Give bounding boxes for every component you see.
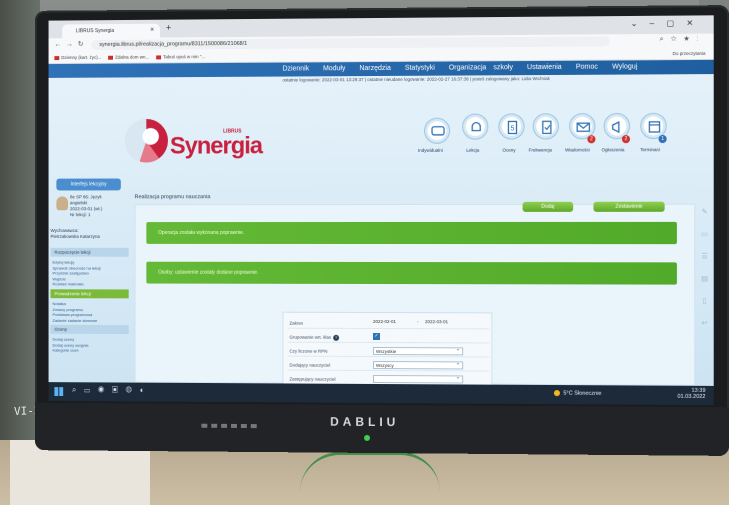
page-title: Realizacja programu nauczania: [134, 194, 211, 201]
tab-title: LIBRUS Synergia: [75, 28, 115, 35]
layers-icon[interactable]: ▤: [697, 268, 711, 290]
cables: [300, 452, 440, 505]
sidebar-item[interactable]: Zadanie zadanie domowe: [52, 317, 128, 323]
menu-dziennik[interactable]: Dziennik: [282, 65, 309, 72]
icon-label: Lekcja: [466, 147, 480, 153]
login-info: ostatnie logowanie: 2022-03-01 13:29:37 …: [282, 76, 550, 83]
bookmark[interactable]: Dzienny (kart. życ)...: [54, 55, 101, 60]
bookmark[interactable]: Tabuś opuś w nim "...: [156, 54, 205, 59]
reading-list[interactable]: Do przeczytania: [673, 51, 706, 56]
icon-label: Wiadomości: [565, 147, 590, 153]
svg-text:5: 5: [510, 125, 514, 132]
browser-tab[interactable]: LIBRUS Synergia ×: [62, 23, 161, 39]
sidebar-item[interactable]: Rozkład materiału: [52, 281, 128, 287]
range-row: Zakres 2022-02-01 - 2022-03-01: [287, 316, 490, 330]
substitute-select[interactable]: [373, 374, 464, 384]
program-items: Notatka Zmiany programu Podstawa program…: [52, 301, 128, 323]
synergia-logo-icon: [124, 118, 168, 163]
teacher-info: Wychowawca: Pietrzakowska Katarzyna: [50, 228, 100, 239]
rpn-select[interactable]: Wszystkie: [373, 346, 464, 356]
help-icon[interactable]: ?: [333, 334, 340, 341]
menu-statystyki[interactable]: Statystyki: [405, 65, 435, 72]
messages-badge: 2: [587, 135, 596, 144]
icon-label: Oceny: [502, 147, 516, 153]
grade-items: Dodaj oceny Dodaj oceny seryjnie Kategor…: [52, 337, 128, 354]
filter-form: Zakres 2022-02-01 - 2022-03-01 Grupowani…: [282, 311, 493, 393]
top-menu: Dziennik Moduły Narzędzia Statystyki Org…: [48, 59, 714, 78]
avatar: [56, 196, 69, 211]
screen: LIBRUS Synergia × + ⌄–▢✕ ←→↻ synergia.li…: [48, 15, 714, 406]
date-from-input[interactable]: 2022-02-01: [373, 319, 396, 324]
sidebar-section-start[interactable]: Rozpoczęcie lekcji: [50, 247, 129, 257]
attendance-icon[interactable]: [532, 113, 559, 140]
window-icon[interactable]: ▭: [697, 224, 711, 246]
url-input[interactable]: synergia.librus.pl/realizacja_programu/8…: [91, 36, 610, 50]
taskbar-apps[interactable]: ⌕▭◉▣◍◐: [72, 385, 152, 395]
menu-moduly[interactable]: Moduły: [323, 65, 345, 72]
menu-narzedzia[interactable]: Narzędzia: [359, 65, 390, 72]
sidebar-section-grades[interactable]: Oceny: [50, 324, 129, 335]
icon-label: Frekwencja: [528, 147, 552, 153]
right-toolbar: ✎ ▭ ☰ ▤ ▯ ↩: [697, 202, 711, 336]
close-icon[interactable]: ×: [150, 27, 154, 34]
chat-icon[interactable]: [424, 117, 451, 144]
announcements-badge: 2: [621, 135, 631, 144]
schedule-badge: 1: [658, 134, 667, 144]
success-alert: Osoby: ustawienie zostały dodane poprawn…: [146, 261, 677, 285]
menu-organizacja[interactable]: Organizacja szkoły: [449, 64, 513, 71]
bookmark-icon[interactable]: ▯: [697, 291, 711, 313]
sidebar-item[interactable]: Kategorie ocen: [52, 348, 128, 354]
summary-button[interactable]: Zestawienie: [593, 201, 665, 212]
sidebar-section-program[interactable]: Prowadzenie lekcji: [50, 289, 129, 299]
tv-display: LIBRUS Synergia × + ⌄–▢✕ ←→↻ synergia.li…: [34, 5, 729, 456]
icon-label: Ogłoszenia: [601, 147, 625, 153]
grade-icon[interactable]: 5: [498, 113, 525, 140]
bookmark[interactable]: Zdalna dom wn...: [108, 55, 149, 60]
windows-taskbar: ⌕▭◉▣◍◐ 5°C Słonecznie 13:39 01.03.2022: [48, 382, 714, 406]
icon-label: Indywidualni: [418, 147, 443, 153]
windows-start-icon[interactable]: [54, 387, 64, 397]
menu-pomoc[interactable]: Pomoc: [576, 64, 598, 71]
nav-icons[interactable]: ←→↻: [54, 40, 88, 48]
pen-icon[interactable]: ✎: [697, 202, 711, 224]
tv-brand: DABLIU: [330, 414, 400, 430]
sun-icon: [554, 390, 561, 397]
system-clock[interactable]: 13:39 01.03.2022: [677, 388, 705, 400]
date-to-input[interactable]: 2022-03-01: [425, 319, 448, 324]
icon-label: Terminarz: [640, 147, 661, 153]
list-icon[interactable]: ☰: [697, 246, 711, 268]
sidebar-header[interactable]: Interfejs lekcyjny: [56, 178, 121, 191]
group-row: Grupowanie wrt. klas? ✓: [287, 330, 490, 344]
power-led-icon: [364, 434, 371, 441]
add-button[interactable]: Dodaj: [522, 201, 574, 212]
menu-ustawienia[interactable]: Ustawienia: [527, 64, 562, 71]
menu-wyloguj[interactable]: Wyloguj: [612, 63, 637, 70]
return-icon[interactable]: ↩: [697, 313, 711, 335]
success-alert: Operacja została wykonana poprawnie.: [146, 221, 677, 245]
tv-bezel-bottom: DABLIU: [34, 402, 729, 456]
new-tab-icon[interactable]: +: [166, 23, 171, 33]
teacher-row: Dodający nauczyciel Wszyscy: [287, 358, 490, 372]
weather-widget[interactable]: 5°C Słonecznie: [554, 390, 602, 397]
start-items: Edytuj lekcję Sprawdź obecność na lekcji…: [52, 260, 128, 287]
bell-icon[interactable]: [462, 113, 489, 140]
browser-actions[interactable]: ⌕☆★⋮: [660, 36, 706, 44]
teacher-select[interactable]: Wszyscy: [373, 360, 464, 370]
window-controls[interactable]: ⌄–▢✕: [631, 18, 706, 28]
group-checkbox[interactable]: ✓: [373, 332, 380, 341]
lesson-info: 8e SP 86: Język angielski 2022-03-01 (wt…: [70, 194, 103, 218]
librus-page: Dziennik Moduły Narzędzia Statystyki Org…: [48, 59, 714, 393]
rpn-row: Czy liczone w RPN Wszystkie: [287, 344, 490, 358]
logo-text: Synergia: [169, 132, 263, 160]
tv-ports: [201, 423, 261, 429]
